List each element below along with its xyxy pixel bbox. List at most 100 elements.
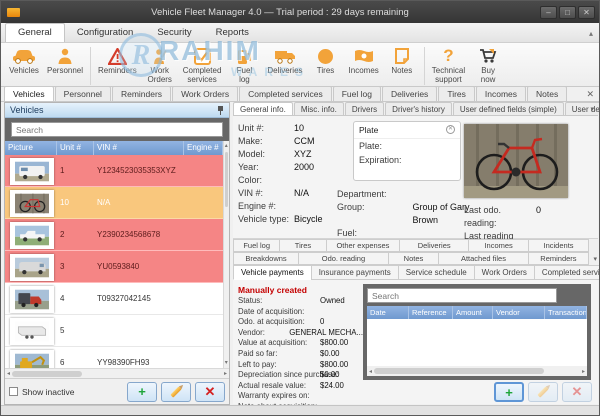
ribbon-technical-support-button[interactable]: ? Technical support (428, 45, 469, 85)
collapse-circle-icon[interactable]: ✕ (446, 125, 455, 134)
unit-value: 10 (294, 122, 304, 135)
ribbon-notes-button[interactable]: Notes (383, 45, 421, 76)
tab-user-fields-simple[interactable]: User defined fields (simple) (453, 102, 564, 115)
tab-work-orders[interactable]: Work Orders (172, 86, 238, 101)
column-vendor[interactable]: Vendor (493, 306, 545, 319)
menu-security[interactable]: Security (145, 24, 203, 42)
tab-misc-info[interactable]: Misc. info. (294, 102, 344, 115)
menu-configuration[interactable]: Configuration (65, 24, 146, 42)
column-amount[interactable]: Amount (453, 306, 493, 319)
subtab-vehicle-payments[interactable]: Vehicle payments (233, 265, 312, 280)
vehicles-search-zone (5, 118, 229, 141)
tab-tires[interactable]: Tires (438, 86, 475, 101)
add-vehicle-button[interactable]: + (127, 382, 157, 402)
vehicles-vertical-scrollbar[interactable]: ▴ ▾ (223, 141, 229, 368)
column-date[interactable]: Date (367, 306, 409, 319)
vehicle-thumbnail-rv (10, 158, 54, 185)
tab-vehicles[interactable]: Vehicles (4, 86, 54, 101)
subtab-deliveries[interactable]: Deliveries (399, 239, 469, 252)
subtab-overflow-icon[interactable]: ▾ (593, 255, 597, 263)
delete-vehicle-button[interactable]: ✕ (195, 382, 225, 402)
payments-search-input[interactable] (367, 288, 557, 303)
column-picture[interactable]: Picture (5, 141, 57, 155)
vehicles-panel: Vehicles Picture Unit # VIN # Engine # (4, 102, 230, 405)
pin-icon[interactable] (217, 106, 224, 115)
ribbon-deliveries-button[interactable]: Deliveries (263, 45, 306, 76)
subtab-other-expenses[interactable]: Other expenses (326, 239, 401, 252)
tab-fuel-log[interactable]: Fuel log (333, 86, 381, 101)
app-window: Vehicle Fleet Manager 4.0 — Trial period… (0, 0, 600, 416)
subtab-insurance-payments[interactable]: Insurance payments (311, 265, 399, 280)
vehicles-search-input[interactable] (11, 122, 223, 137)
fuel-pump-icon (229, 46, 259, 66)
vehicles-horizontal-scrollbar[interactable]: ◂ ▸ (5, 368, 229, 378)
ribbon-tires-button[interactable]: Tires (307, 45, 345, 76)
scroll-down-icon[interactable]: ▾ (224, 358, 229, 368)
subtab-breakdowns[interactable]: Breakdowns (233, 252, 299, 265)
vehicle-row[interactable]: 2 Y2390234568678 (5, 219, 223, 251)
tab-drivers-history[interactable]: Driver's history (385, 102, 452, 115)
tab-incomes[interactable]: Incomes (476, 86, 526, 101)
ribbon-incomes-button[interactable]: Incomes (345, 45, 383, 76)
subtab-notes[interactable]: Notes (388, 252, 439, 265)
ribbon-completed-services-button[interactable]: Completed services (179, 45, 226, 85)
vehicle-row[interactable]: 1 Y1234523035353XYZ (5, 155, 223, 187)
show-inactive-checkbox[interactable] (9, 387, 18, 396)
subtab-completed-services[interactable]: Completed services (534, 265, 600, 280)
ribbon-collapse-icon[interactable]: ▴ (589, 29, 593, 38)
ribbon-work-orders-button[interactable]: Work Orders (141, 45, 179, 85)
sub-tab-strip: Fuel log Tires Other expenses Deliveries… (233, 239, 598, 280)
tab-reminders[interactable]: Reminders (112, 86, 171, 101)
subtab-service-schedule[interactable]: Service schedule (398, 265, 475, 280)
ribbon-buy-now-button[interactable]: Buy now (469, 45, 507, 85)
vehicle-thumbnail-excavator (10, 350, 54, 368)
menu-general[interactable]: General (5, 23, 65, 42)
column-vin[interactable]: VIN # (94, 141, 184, 155)
subtab-incomes[interactable]: Incomes (468, 239, 529, 252)
column-reference[interactable]: Reference (409, 306, 453, 319)
column-unit[interactable]: Unit # (57, 141, 94, 155)
ribbon-fuel-log-button[interactable]: Fuel log (225, 45, 263, 85)
subtab-work-orders[interactable]: Work Orders (474, 265, 535, 280)
edit-vehicle-button[interactable] (161, 382, 191, 402)
subtab-attached-files[interactable]: Attached files (438, 252, 529, 265)
subtab-reminders[interactable]: Reminders (528, 252, 589, 265)
subtab-fuel-log[interactable]: Fuel log (233, 239, 280, 252)
close-button[interactable]: ✕ (578, 6, 595, 19)
ribbon-vehicles-button[interactable]: Vehicles (5, 45, 43, 76)
tab-personnel[interactable]: Personnel (55, 86, 111, 101)
maximize-button[interactable]: □ (559, 6, 576, 19)
delete-payment-button[interactable]: ✕ (562, 382, 592, 402)
tab-general-info[interactable]: General info. (233, 102, 293, 115)
subtab-incidents[interactable]: Incidents (528, 239, 589, 252)
vehicle-row[interactable]: 3 YU0593840 (5, 251, 223, 283)
vehicle-row-selected[interactable]: 10 N/A (5, 187, 223, 219)
tab-completed-services[interactable]: Completed services (239, 86, 332, 101)
column-engine[interactable]: Engine # (184, 141, 223, 155)
tab-notes[interactable]: Notes (527, 86, 567, 101)
edit-payment-button[interactable] (528, 382, 558, 402)
ribbon-reminders-button[interactable]: Reminders (94, 45, 141, 76)
ribbon-personnel-button[interactable]: Personnel (43, 45, 87, 76)
warning-triangle-icon (98, 46, 137, 66)
column-transaction-created[interactable]: Transaction created (545, 306, 587, 319)
manually-created-banner: Manually created (238, 284, 363, 296)
vehicle-row[interactable]: 4 T09327042145 (5, 283, 223, 315)
tab-drivers[interactable]: Drivers (345, 102, 384, 115)
subtab-tires[interactable]: Tires (279, 239, 326, 252)
vehicle-thumbnail-truck (10, 286, 54, 313)
vehicle-row[interactable]: 5 (5, 315, 223, 347)
chevron-down-icon[interactable]: ▾ (590, 105, 594, 113)
add-payment-button[interactable]: + (494, 382, 524, 402)
general-info-section: Unit #:10 Make:CCM Model:XYZ Year:2000 C… (233, 116, 598, 239)
minimize-button[interactable]: – (540, 6, 557, 19)
vehicle-row[interactable]: 6 YY98390FH93 (5, 347, 223, 368)
tab-user-fields-date[interactable]: User defined fields (with date) (565, 102, 600, 115)
tab-close-icon[interactable]: ✕ (586, 89, 594, 100)
subtab-odo-reading[interactable]: Odo. reading (298, 252, 389, 265)
tab-deliveries[interactable]: Deliveries (382, 86, 437, 101)
menu-reports[interactable]: Reports (204, 24, 261, 42)
payments-horizontal-scrollbar[interactable]: ◂ ▸ (367, 366, 587, 376)
vehicles-grid-header: Picture Unit # VIN # Engine # (5, 141, 223, 155)
scroll-up-icon[interactable]: ▴ (224, 141, 229, 151)
